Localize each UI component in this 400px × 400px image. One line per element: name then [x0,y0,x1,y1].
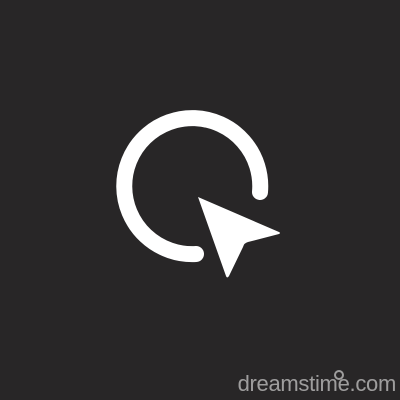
watermark: dreams time .com [238,370,396,396]
watermark-text-domain: .com [349,371,397,396]
pointer-arrow-shape [198,197,280,278]
watermark-text-dreams: dreams [237,371,310,396]
cursor-click-icon [0,0,400,400]
watermark-logo: dreams time .com [237,371,397,396]
watermark-registered-icon [334,370,344,380]
